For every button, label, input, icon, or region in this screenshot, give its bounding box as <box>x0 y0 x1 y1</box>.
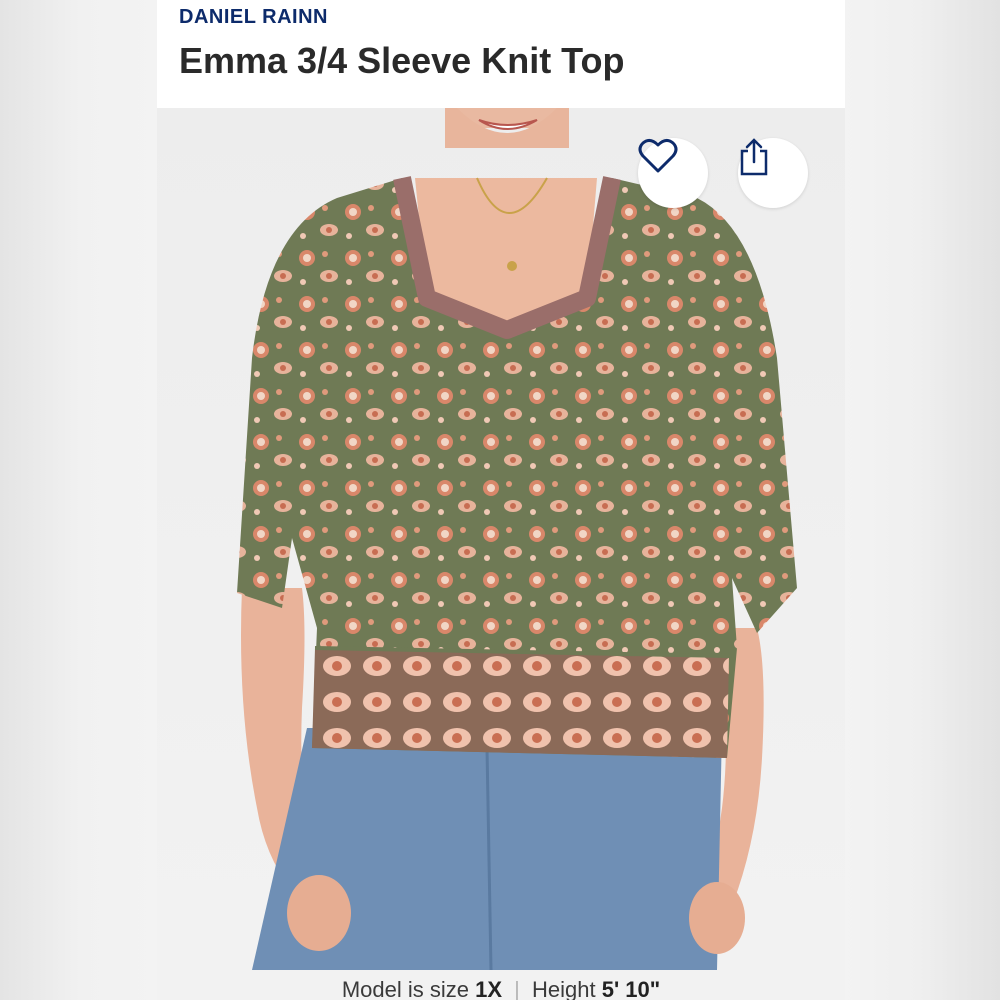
model-height-value: 5' 10" <box>601 977 661 1000</box>
product-image[interactable] <box>157 108 845 970</box>
brand-name[interactable]: DANIEL RAINN <box>179 6 328 29</box>
model-height-label: Height <box>531 977 596 1000</box>
share-button[interactable] <box>738 138 808 208</box>
divider: | <box>514 977 520 1000</box>
model-size-value: 1X <box>475 977 503 1000</box>
favorite-button[interactable] <box>638 138 708 208</box>
model-info: Model is size 1X | Height 5' 10" <box>157 970 845 1000</box>
model-wearing-top-illustration <box>237 108 797 970</box>
model-size-label: Model is size <box>341 977 469 1000</box>
product-card: DANIEL RAINN Emma 3/4 Sleeve Knit Top Mo… <box>157 0 845 1000</box>
product-title: Emma 3/4 Sleeve Knit Top <box>179 40 625 81</box>
product-header: DANIEL RAINN Emma 3/4 Sleeve Knit Top <box>157 0 845 108</box>
